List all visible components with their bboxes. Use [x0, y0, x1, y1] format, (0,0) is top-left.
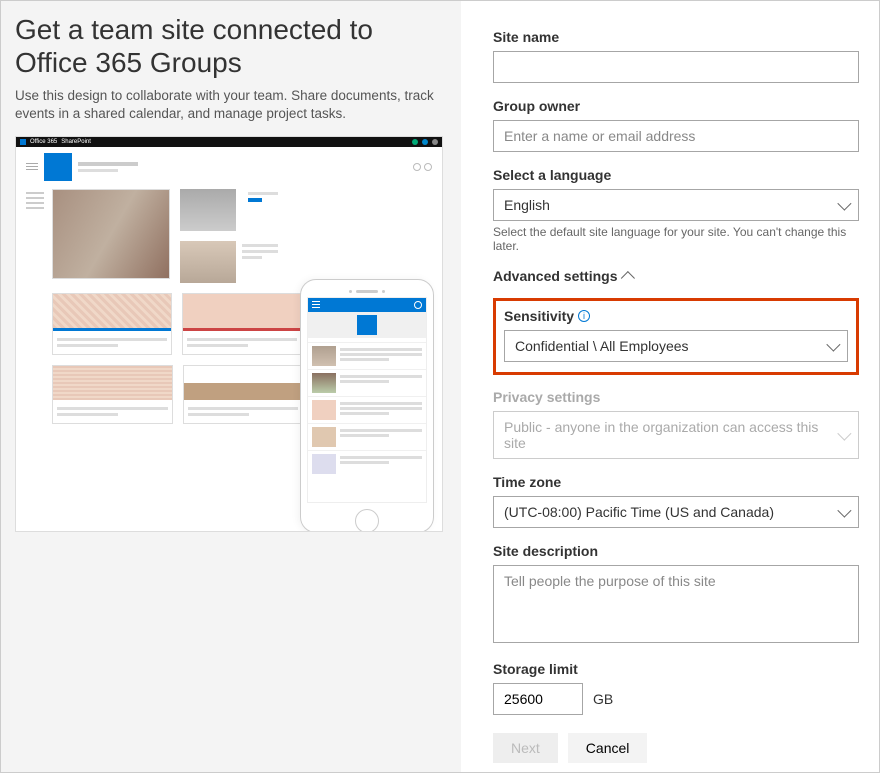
sensitivity-select[interactable]: Confidential \ All Employees — [504, 330, 848, 362]
privacy-select: Public - anyone in the organization can … — [493, 411, 859, 459]
storage-input[interactable] — [493, 683, 583, 715]
preview-site-logo — [44, 153, 72, 181]
site-preview: Office 365 SharePoint — [15, 136, 443, 532]
group-owner-label: Group owner — [493, 98, 859, 114]
chevron-down-icon — [837, 504, 851, 518]
pane-description: Use this design to collaborate with your… — [15, 87, 443, 123]
description-label: Site description — [493, 543, 859, 559]
timezone-value: (UTC-08:00) Pacific Time (US and Canada) — [504, 504, 774, 520]
language-select[interactable]: English — [493, 189, 859, 221]
group-owner-input[interactable] — [493, 120, 859, 152]
sensitivity-highlight: Sensitivity i Confidential \ All Employe… — [493, 298, 859, 375]
form-pane: Site name Group owner Select a language … — [461, 1, 879, 772]
advanced-settings-toggle[interactable]: Advanced settings — [493, 268, 859, 284]
info-icon[interactable]: i — [578, 310, 590, 322]
next-button[interactable]: Next — [493, 733, 558, 763]
chevron-down-icon — [837, 427, 851, 441]
preview-browser-chrome: Office 365 SharePoint — [16, 137, 442, 147]
cancel-button[interactable]: Cancel — [568, 733, 648, 763]
create-site-dialog: Get a team site connected to Office 365 … — [0, 0, 880, 773]
language-helper: Select the default site language for you… — [493, 225, 859, 253]
privacy-label: Privacy settings — [493, 389, 859, 405]
sensitivity-label: Sensitivity — [504, 308, 574, 324]
timezone-select[interactable]: (UTC-08:00) Pacific Time (US and Canada) — [493, 496, 859, 528]
storage-label: Storage limit — [493, 661, 859, 677]
chevron-down-icon — [837, 197, 851, 211]
preview-menu-icon — [26, 161, 38, 172]
chevron-down-icon — [826, 338, 840, 352]
left-info-pane: Get a team site connected to Office 365 … — [1, 1, 461, 772]
preview-nav — [26, 189, 44, 416]
chevron-up-icon — [621, 271, 635, 285]
privacy-value: Public - anyone in the organization can … — [504, 419, 838, 451]
storage-unit: GB — [593, 691, 613, 707]
pane-title: Get a team site connected to Office 365 … — [15, 13, 443, 79]
language-label: Select a language — [493, 167, 859, 183]
timezone-label: Time zone — [493, 474, 859, 490]
site-name-input[interactable] — [493, 51, 859, 83]
sensitivity-value: Confidential \ All Employees — [515, 338, 689, 354]
site-name-label: Site name — [493, 29, 859, 45]
language-value: English — [504, 197, 550, 213]
description-textarea[interactable] — [493, 565, 859, 643]
preview-phone — [300, 279, 434, 532]
